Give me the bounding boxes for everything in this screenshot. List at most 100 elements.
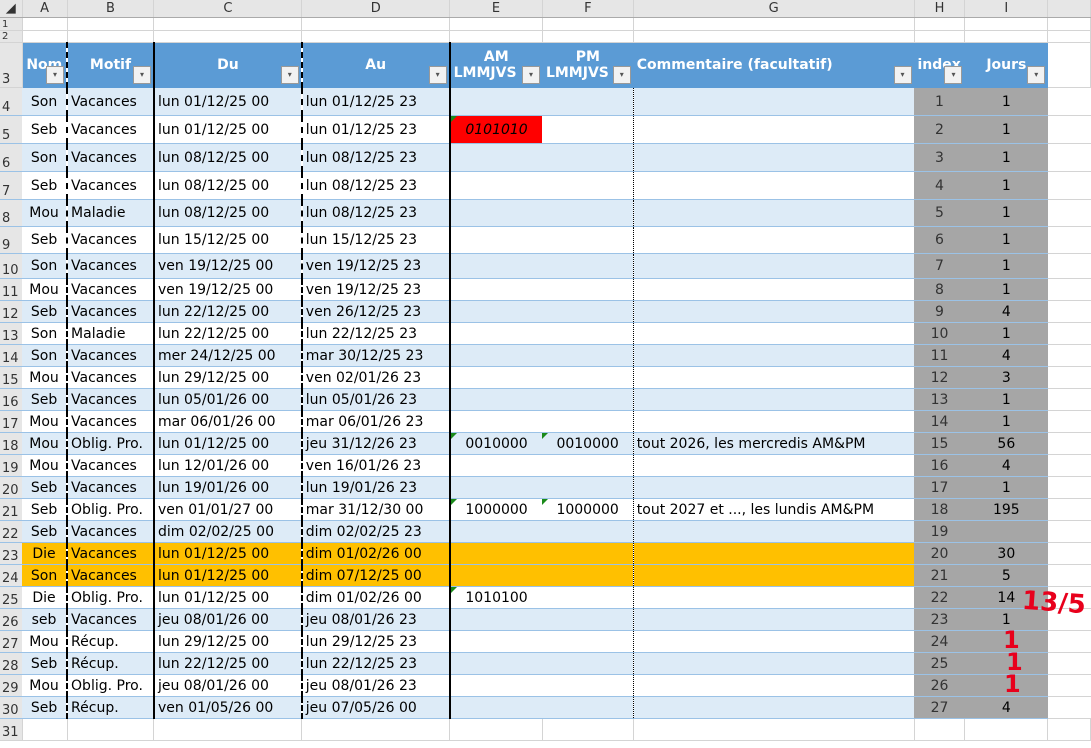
cell-au[interactable]: dim 07/12/25 00 xyxy=(301,564,451,587)
cell-du[interactable]: lun 01/12/25 00 xyxy=(153,115,303,144)
cell-commentaire[interactable] xyxy=(633,253,914,279)
cell-index[interactable]: 23 xyxy=(914,608,965,631)
cell-pm[interactable] xyxy=(542,278,634,301)
row-number[interactable]: 4 xyxy=(0,87,23,116)
cell-commentaire[interactable] xyxy=(633,630,914,653)
cell-du[interactable]: ven 19/12/25 00 xyxy=(153,278,303,301)
cell-motif[interactable]: Oblig. Pro. xyxy=(67,432,155,455)
cell-au[interactable]: mar 31/12/30 00 xyxy=(301,498,451,521)
sort-filter-button[interactable]: ▾ xyxy=(132,66,151,84)
cell-index[interactable]: 9 xyxy=(914,300,965,323)
cell-commentaire[interactable] xyxy=(633,454,914,477)
cell-motif[interactable]: Vacances xyxy=(67,454,155,477)
empty-cell[interactable] xyxy=(914,718,966,741)
empty-cell[interactable] xyxy=(1047,87,1091,116)
cell-jours[interactable]: 4 xyxy=(964,344,1048,367)
cell-commentaire[interactable] xyxy=(633,674,914,697)
empty-cell[interactable] xyxy=(1047,253,1091,279)
cell-index[interactable]: 24 xyxy=(914,630,965,653)
empty-cell[interactable] xyxy=(449,718,543,741)
cell-am[interactable] xyxy=(449,520,543,543)
filter-button[interactable]: ▾ xyxy=(944,66,963,84)
row-number[interactable]: 20 xyxy=(0,476,23,499)
row-number[interactable]: 17 xyxy=(0,410,23,433)
cell-pm[interactable] xyxy=(542,344,634,367)
empty-cell[interactable] xyxy=(1047,718,1091,741)
cell-motif[interactable]: Vacances xyxy=(67,226,155,254)
row-number[interactable]: 6 xyxy=(0,143,23,172)
cell-index[interactable]: 8 xyxy=(914,278,965,301)
cell-commentaire[interactable] xyxy=(633,199,914,227)
cell-nom[interactable]: Son xyxy=(22,87,69,116)
cell-commentaire[interactable] xyxy=(633,410,914,433)
cell-nom[interactable]: Mou xyxy=(22,366,69,389)
cell-am[interactable] xyxy=(449,388,543,411)
cell-nom[interactable]: Son xyxy=(22,564,69,587)
cell-am[interactable] xyxy=(449,366,543,389)
cell-nom[interactable]: seb xyxy=(22,608,69,631)
cell-au[interactable]: dim 02/02/25 23 xyxy=(301,520,451,543)
cell-pm[interactable] xyxy=(542,696,634,719)
empty-cell[interactable] xyxy=(1047,630,1091,653)
cell-motif[interactable]: Oblig. Pro. xyxy=(67,674,155,697)
cell-nom[interactable]: Seb xyxy=(22,476,69,499)
cell-nom[interactable]: Seb xyxy=(22,696,69,719)
row-number[interactable]: 28 xyxy=(0,652,23,675)
cell-index[interactable]: 20 xyxy=(914,542,965,565)
cell-index[interactable]: 10 xyxy=(914,322,965,345)
cell-jours[interactable]: 5 xyxy=(964,564,1048,587)
empty-cell[interactable] xyxy=(1047,199,1091,227)
cell-motif[interactable]: Vacances xyxy=(67,253,155,279)
cell-au[interactable]: ven 16/01/26 23 xyxy=(301,454,451,477)
row-number[interactable]: 31 xyxy=(0,718,23,741)
cell-nom[interactable]: Seb xyxy=(22,226,69,254)
cell-jours[interactable]: 56 xyxy=(964,432,1048,455)
cell-du[interactable]: ven 19/12/25 00 xyxy=(153,253,303,279)
cell-pm[interactable] xyxy=(542,300,634,323)
cell-du[interactable]: lun 22/12/25 00 xyxy=(153,322,303,345)
cell-du[interactable]: dim 02/02/25 00 xyxy=(153,520,303,543)
cell-am[interactable] xyxy=(449,322,543,345)
cell-au[interactable]: jeu 08/01/26 23 xyxy=(301,674,451,697)
cell-nom[interactable]: Mou xyxy=(22,410,69,433)
cell-jours[interactable]: 1 xyxy=(964,199,1048,227)
cell-jours[interactable]: 1 xyxy=(964,410,1048,433)
row-number[interactable]: 23 xyxy=(0,542,23,565)
cell-du[interactable]: lun 12/01/26 00 xyxy=(153,454,303,477)
cell-pm[interactable] xyxy=(542,87,634,116)
cell-pm[interactable] xyxy=(542,388,634,411)
cell-nom[interactable]: Seb xyxy=(22,520,69,543)
cell-am[interactable]: 0101010 xyxy=(449,115,543,144)
cell-pm[interactable] xyxy=(542,630,634,653)
row-number[interactable]: 9 xyxy=(0,226,23,254)
cell-motif[interactable]: Vacances xyxy=(67,300,155,323)
cell-au[interactable]: dim 01/02/26 00 xyxy=(301,586,451,609)
cell-motif[interactable]: Vacances xyxy=(67,171,155,200)
cell-au[interactable]: jeu 08/01/26 23 xyxy=(301,608,451,631)
empty-cell[interactable] xyxy=(1047,366,1091,389)
filter-button[interactable]: ▾ xyxy=(428,66,447,84)
cell-pm[interactable] xyxy=(542,476,634,499)
column-header[interactable]: G xyxy=(633,0,915,18)
cell-pm[interactable] xyxy=(542,542,634,565)
filter-button[interactable]: ▾ xyxy=(612,66,631,84)
cell-nom[interactable]: Seb xyxy=(22,115,69,144)
cell-am[interactable] xyxy=(449,87,543,116)
cell-jours[interactable]: 3 xyxy=(964,366,1048,389)
cell-au[interactable]: ven 26/12/25 23 xyxy=(301,300,451,323)
cell-pm[interactable]: 1000000 xyxy=(542,498,634,521)
empty-cell[interactable] xyxy=(1047,344,1091,367)
cell-commentaire[interactable] xyxy=(633,542,914,565)
cell-motif[interactable]: Vacances xyxy=(67,564,155,587)
cell-nom[interactable]: Mou xyxy=(22,674,69,697)
cell-au[interactable]: mar 06/01/26 23 xyxy=(301,410,451,433)
empty-cell[interactable] xyxy=(1047,388,1091,411)
cell-du[interactable]: lun 29/12/25 00 xyxy=(153,630,303,653)
row-number[interactable]: 8 xyxy=(0,199,23,227)
row-number[interactable]: 5 xyxy=(0,115,23,144)
cell-du[interactable]: lun 05/01/26 00 xyxy=(153,388,303,411)
cell-jours[interactable]: 1 xyxy=(964,388,1048,411)
cell-du[interactable]: lun 08/12/25 00 xyxy=(153,171,303,200)
cell-pm[interactable]: 0010000 xyxy=(542,432,634,455)
cell-commentaire[interactable] xyxy=(633,564,914,587)
